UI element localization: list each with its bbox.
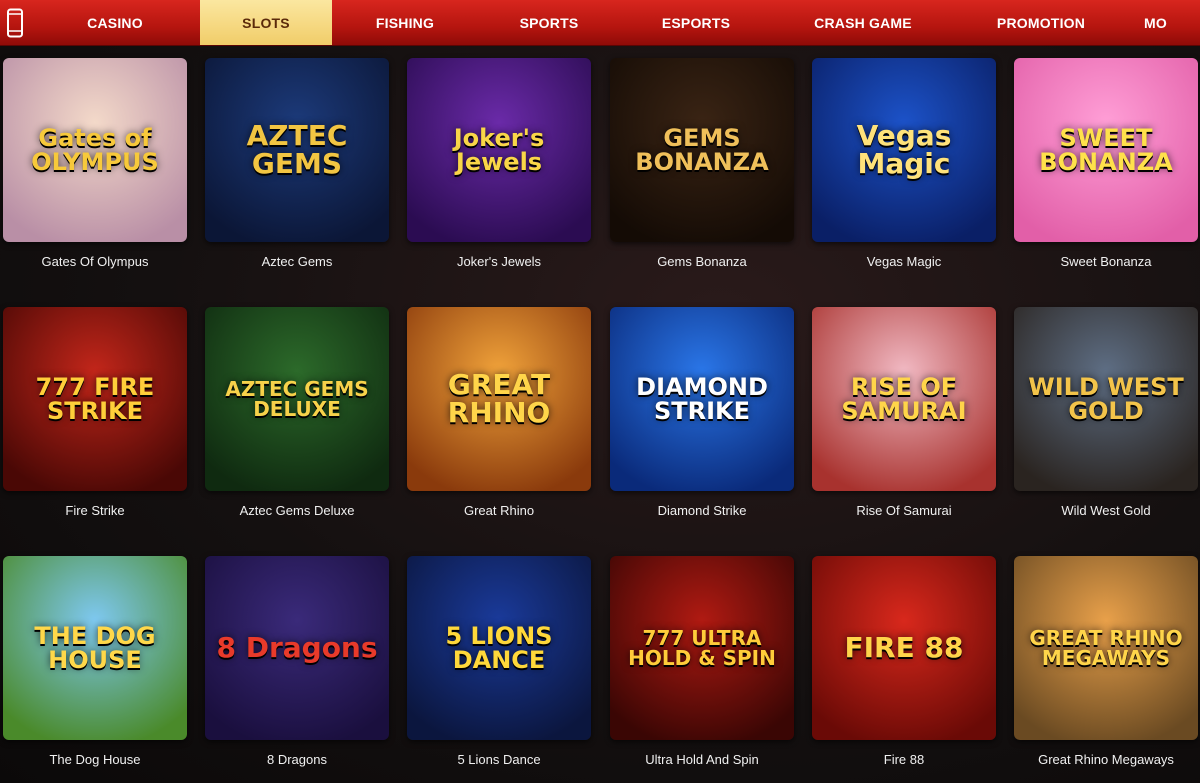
game-title[interactable]: Sweet Bonanza	[1014, 254, 1198, 269]
game-card[interactable]: THE DOG HOUSE The Dog House	[3, 556, 189, 767]
game-card[interactable]: GREAT RHINO MEGAWAYS Great Rhino Megaways	[1014, 556, 1200, 767]
mobile-phone-icon[interactable]	[0, 0, 30, 46]
game-thumbnail[interactable]: 777 FIRE STRIKE	[3, 307, 187, 491]
game-logo-text: AZTEC GEMS DELUXE	[225, 377, 369, 421]
game-card[interactable]: 777 FIRE STRIKE Fire Strike	[3, 307, 189, 518]
game-logo-text: GREAT RHINO MEGAWAYS	[1029, 626, 1183, 670]
game-logo-text: WILD WEST GOLD	[1028, 373, 1184, 425]
game-logo-text: Vegas Magic	[856, 119, 952, 180]
game-title[interactable]: Diamond Strike	[610, 503, 794, 518]
game-logo-text: GEMS BONANZA	[635, 124, 769, 176]
game-card[interactable]: RISE OF SAMURAI Rise Of Samurai	[812, 307, 998, 518]
nav-crash-game[interactable]: CRASH GAME	[772, 0, 954, 45]
game-title[interactable]: 8 Dragons	[205, 752, 389, 767]
nav-fishing[interactable]: FISHING	[332, 0, 478, 45]
game-logo-text: 777 FIRE STRIKE	[35, 373, 155, 425]
game-title[interactable]: Fire 88	[812, 752, 996, 767]
game-thumbnail[interactable]: GEMS BONANZA	[610, 58, 794, 242]
game-logo-text: GREAT RHINO	[447, 368, 551, 429]
game-logo-text: 777 ULTRA HOLD & SPIN	[628, 626, 776, 670]
game-thumbnail[interactable]: AZTEC GEMS	[205, 58, 389, 242]
nav-more[interactable]: MO	[1128, 0, 1200, 45]
game-thumbnail[interactable]: GREAT RHINO	[407, 307, 591, 491]
game-card[interactable]: GREAT RHINO Great Rhino	[407, 307, 593, 518]
game-logo-text: Joker's Jewels	[453, 124, 545, 176]
game-title[interactable]: Great Rhino	[407, 503, 591, 518]
game-thumbnail[interactable]: RISE OF SAMURAI	[812, 307, 996, 491]
game-thumbnail[interactable]: 777 ULTRA HOLD & SPIN	[610, 556, 794, 740]
game-thumbnail[interactable]: THE DOG HOUSE	[3, 556, 187, 740]
game-title[interactable]: Fire Strike	[3, 503, 187, 518]
game-card[interactable]: DIAMOND STRIKE Diamond Strike	[610, 307, 796, 518]
nav-casino[interactable]: CASINO	[30, 0, 200, 45]
game-title[interactable]: Wild West Gold	[1014, 503, 1198, 518]
game-title[interactable]: Great Rhino Megaways	[1014, 752, 1198, 767]
game-logo-text: DIAMOND STRIKE	[636, 373, 768, 425]
game-title[interactable]: Ultra Hold And Spin	[610, 752, 794, 767]
nav-esports[interactable]: ESPORTS	[620, 0, 772, 45]
game-card[interactable]: AZTEC GEMS DELUXE Aztec Gems Deluxe	[205, 307, 391, 518]
game-logo-text: 5 LIONS DANCE	[445, 622, 553, 674]
game-card[interactable]: FIRE 88 Fire 88	[812, 556, 998, 767]
game-thumbnail[interactable]: Gates of OLYMPUS	[3, 58, 187, 242]
game-card[interactable]: SWEET BONANZA Sweet Bonanza	[1014, 58, 1200, 269]
nav-slots[interactable]: SLOTS	[200, 0, 332, 45]
game-card[interactable]: WILD WEST GOLD Wild West Gold	[1014, 307, 1200, 518]
game-title[interactable]: Vegas Magic	[812, 254, 996, 269]
game-title[interactable]: The Dog House	[3, 752, 187, 767]
games-grid: Gates of OLYMPUS Gates Of Olympus AZTEC GE…	[0, 46, 1200, 783]
game-logo-text: SWEET BONANZA	[1039, 124, 1173, 176]
game-logo-text: 8 Dragons	[216, 631, 378, 664]
game-thumbnail[interactable]: 8 Dragons	[205, 556, 389, 740]
game-card[interactable]: Gates of OLYMPUS Gates Of Olympus	[3, 58, 189, 269]
game-card[interactable]: 5 LIONS DANCE 5 Lions Dance	[407, 556, 593, 767]
game-title[interactable]: Rise Of Samurai	[812, 503, 996, 518]
game-card[interactable]: Joker's Jewels Joker's Jewels	[407, 58, 593, 269]
game-thumbnail[interactable]: SWEET BONANZA	[1014, 58, 1198, 242]
game-title[interactable]: Aztec Gems Deluxe	[205, 503, 389, 518]
game-thumbnail[interactable]: 5 LIONS DANCE	[407, 556, 591, 740]
game-thumbnail[interactable]: DIAMOND STRIKE	[610, 307, 794, 491]
game-title[interactable]: Gates Of Olympus	[3, 254, 187, 269]
game-title[interactable]: Joker's Jewels	[407, 254, 591, 269]
game-card[interactable]: AZTEC GEMS Aztec Gems	[205, 58, 391, 269]
game-thumbnail[interactable]: AZTEC GEMS DELUXE	[205, 307, 389, 491]
game-card[interactable]: 777 ULTRA HOLD & SPIN Ultra Hold And Spin	[610, 556, 796, 767]
game-thumbnail[interactable]: WILD WEST GOLD	[1014, 307, 1198, 491]
game-logo-text: THE DOG HOUSE	[34, 622, 156, 674]
game-logo-text: RISE OF SAMURAI	[841, 373, 967, 425]
game-thumbnail[interactable]: Vegas Magic	[812, 58, 996, 242]
nav-sports[interactable]: SPORTS	[478, 0, 620, 45]
game-logo-text: FIRE 88	[844, 631, 964, 664]
nav-promotion[interactable]: PROMOTION	[954, 0, 1128, 45]
game-card[interactable]: 8 Dragons 8 Dragons	[205, 556, 391, 767]
game-thumbnail[interactable]: Joker's Jewels	[407, 58, 591, 242]
top-navigation: CASINO SLOTS FISHING SPORTS ESPORTS CRAS…	[0, 0, 1200, 46]
game-card[interactable]: Vegas Magic Vegas Magic	[812, 58, 998, 269]
game-thumbnail[interactable]: GREAT RHINO MEGAWAYS	[1014, 556, 1198, 740]
game-thumbnail[interactable]: FIRE 88	[812, 556, 996, 740]
game-title[interactable]: Aztec Gems	[205, 254, 389, 269]
game-card[interactable]: GEMS BONANZA Gems Bonanza	[610, 58, 796, 269]
game-logo-text: Gates of OLYMPUS	[31, 124, 159, 176]
game-logo-text: AZTEC GEMS	[246, 119, 348, 180]
game-title[interactable]: 5 Lions Dance	[407, 752, 591, 767]
game-title[interactable]: Gems Bonanza	[610, 254, 794, 269]
